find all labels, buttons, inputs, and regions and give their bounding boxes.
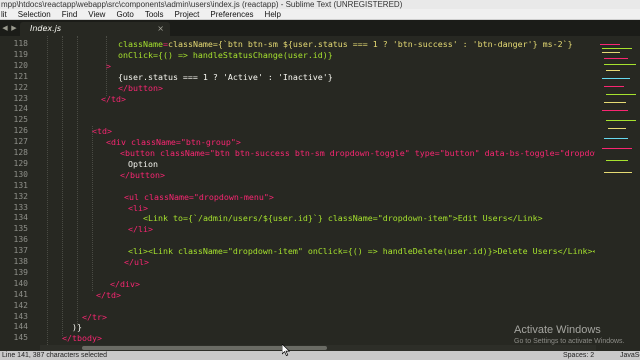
code-line-141: </td> bbox=[96, 289, 121, 300]
code-line-118: className=className={`btn btn-sm ${user.… bbox=[118, 39, 573, 49]
indent-guide bbox=[92, 126, 93, 291]
line-number: 133 bbox=[13, 202, 28, 212]
activate-windows-title: Activate Windows bbox=[514, 324, 601, 336]
line-number: 134 bbox=[13, 213, 28, 223]
code-line-135: </li> bbox=[128, 224, 153, 235]
menu-goto[interactable]: Goto bbox=[116, 9, 133, 20]
minimap[interactable] bbox=[596, 36, 640, 345]
menu-tools[interactable]: Tools bbox=[145, 9, 164, 20]
menu-edit[interactable]: lit bbox=[1, 9, 7, 20]
line-number: 142 bbox=[13, 300, 28, 310]
minimap-row bbox=[604, 138, 628, 139]
menu-project[interactable]: Project bbox=[175, 9, 200, 20]
menu-preferences[interactable]: Preferences bbox=[210, 9, 253, 20]
code-line-138: </ul> bbox=[124, 257, 149, 267]
indent-guide bbox=[77, 36, 78, 326]
line-number: 130 bbox=[13, 169, 28, 179]
status-indentation[interactable]: Spaces: 2 bbox=[563, 351, 594, 360]
code-line-129: Option bbox=[128, 158, 158, 169]
tab-index-js[interactable]: Index.js × bbox=[20, 22, 170, 36]
code-line-143: </tr> bbox=[82, 311, 107, 322]
minimap-row bbox=[606, 94, 636, 95]
code-line-119: onClick={() => handleStatusChange(user.i… bbox=[118, 49, 333, 60]
minimap-row bbox=[606, 70, 620, 71]
minimap-row bbox=[604, 86, 624, 87]
minimap-row bbox=[602, 52, 620, 53]
editor-area[interactable]: 118 119 120 121 122 123 124 125 126 127 … bbox=[0, 36, 640, 345]
tab-scroll-right-icon[interactable]: ▶ bbox=[9, 20, 19, 36]
status-bar: Line 141, 387 characters selected Spaces… bbox=[0, 351, 640, 360]
code-line-123: </td> bbox=[101, 93, 126, 104]
line-number: 129 bbox=[13, 158, 28, 168]
line-number: 135 bbox=[13, 224, 28, 234]
line-number: 144 bbox=[13, 322, 28, 332]
line-number: 140 bbox=[13, 278, 28, 288]
line-number: 123 bbox=[13, 93, 28, 103]
code-line-122: </button> bbox=[118, 82, 163, 93]
line-number: 122 bbox=[13, 82, 28, 92]
code-line-128: <button className="btn btn-success btn-s… bbox=[120, 148, 595, 158]
code-line-144: )} bbox=[72, 322, 82, 333]
window-title: mpp\htdocs\reactapp\webapp\src\component… bbox=[1, 0, 403, 9]
line-number: 118 bbox=[13, 39, 28, 48]
mouse-cursor-icon bbox=[282, 344, 290, 356]
minimap-row bbox=[606, 120, 636, 121]
line-number: 131 bbox=[13, 180, 28, 190]
code-view[interactable]: className=className={`btn btn-sm ${user.… bbox=[40, 36, 595, 345]
minimap-row bbox=[602, 148, 632, 149]
minimap-row bbox=[600, 44, 620, 45]
minimap-row bbox=[602, 78, 630, 79]
line-number: 136 bbox=[13, 235, 28, 245]
minimap-row bbox=[604, 64, 636, 65]
indent-guide bbox=[62, 36, 63, 336]
minimap-row bbox=[602, 48, 632, 49]
menu-view[interactable]: View bbox=[88, 9, 105, 20]
minimap-row bbox=[602, 110, 628, 111]
line-number: 119 bbox=[13, 49, 28, 59]
minimap-row bbox=[604, 58, 628, 59]
code-line-126: <td> bbox=[92, 126, 112, 137]
line-number-gutter: 118 119 120 121 122 123 124 125 126 127 … bbox=[0, 36, 40, 345]
code-line-140: </div> bbox=[110, 278, 140, 289]
tab-label: Index.js bbox=[30, 24, 62, 33]
menu-help[interactable]: Help bbox=[265, 9, 281, 20]
code-line-133: <li> bbox=[128, 202, 148, 213]
menu-find[interactable]: Find bbox=[62, 9, 78, 20]
line-number: 138 bbox=[13, 257, 28, 266]
window-title-bar: mpp\htdocs\reactapp\webapp\src\component… bbox=[0, 0, 640, 9]
status-selection: Line 141, 387 characters selected bbox=[2, 352, 108, 359]
code-line-130: </button> bbox=[120, 169, 165, 180]
line-number: 126 bbox=[13, 126, 28, 136]
minimap-row bbox=[604, 102, 626, 103]
line-number: 139 bbox=[13, 267, 28, 277]
line-number: 120 bbox=[13, 60, 28, 70]
line-number: 143 bbox=[13, 311, 28, 321]
line-number: 127 bbox=[13, 137, 28, 147]
horizontal-scrollbar-thumb[interactable] bbox=[82, 346, 327, 350]
menu-bar: lit Selection Find View Goto Tools Project Pref… bbox=[0, 9, 640, 20]
minimap-row bbox=[608, 128, 626, 129]
line-number: 137 bbox=[13, 246, 28, 256]
line-number: 132 bbox=[13, 191, 28, 201]
line-number: 141 bbox=[13, 289, 28, 299]
status-syntax[interactable]: JavaScript bbox=[620, 351, 640, 360]
indent-guide bbox=[47, 36, 48, 345]
code-line-145: </tbody> bbox=[62, 333, 102, 344]
code-line-137: <li><Link className="dropdown-item" onCl… bbox=[128, 246, 595, 257]
minimap-row bbox=[604, 172, 632, 173]
code-line-121: {user.status === 1 ? 'Active' : 'Inactiv… bbox=[118, 71, 333, 82]
line-number: 121 bbox=[13, 71, 28, 81]
line-number: 145 bbox=[13, 333, 28, 343]
tab-bar: ◀ ▶ Index.js × bbox=[0, 20, 640, 36]
menu-selection[interactable]: Selection bbox=[18, 9, 51, 20]
minimap-row bbox=[606, 160, 628, 161]
code-line-132: <ul className="dropdown-menu"> bbox=[124, 191, 274, 202]
line-number: 125 bbox=[13, 115, 28, 125]
tab-close-icon[interactable]: × bbox=[157, 22, 164, 36]
code-line-120: > bbox=[106, 60, 111, 71]
code-line-127: <div className="btn-group"> bbox=[106, 137, 241, 148]
line-number: 128 bbox=[13, 148, 28, 157]
line-number: 124 bbox=[13, 104, 28, 114]
code-line-134: <Link to={`/admin/users/${user.id}`} cla… bbox=[143, 213, 543, 224]
